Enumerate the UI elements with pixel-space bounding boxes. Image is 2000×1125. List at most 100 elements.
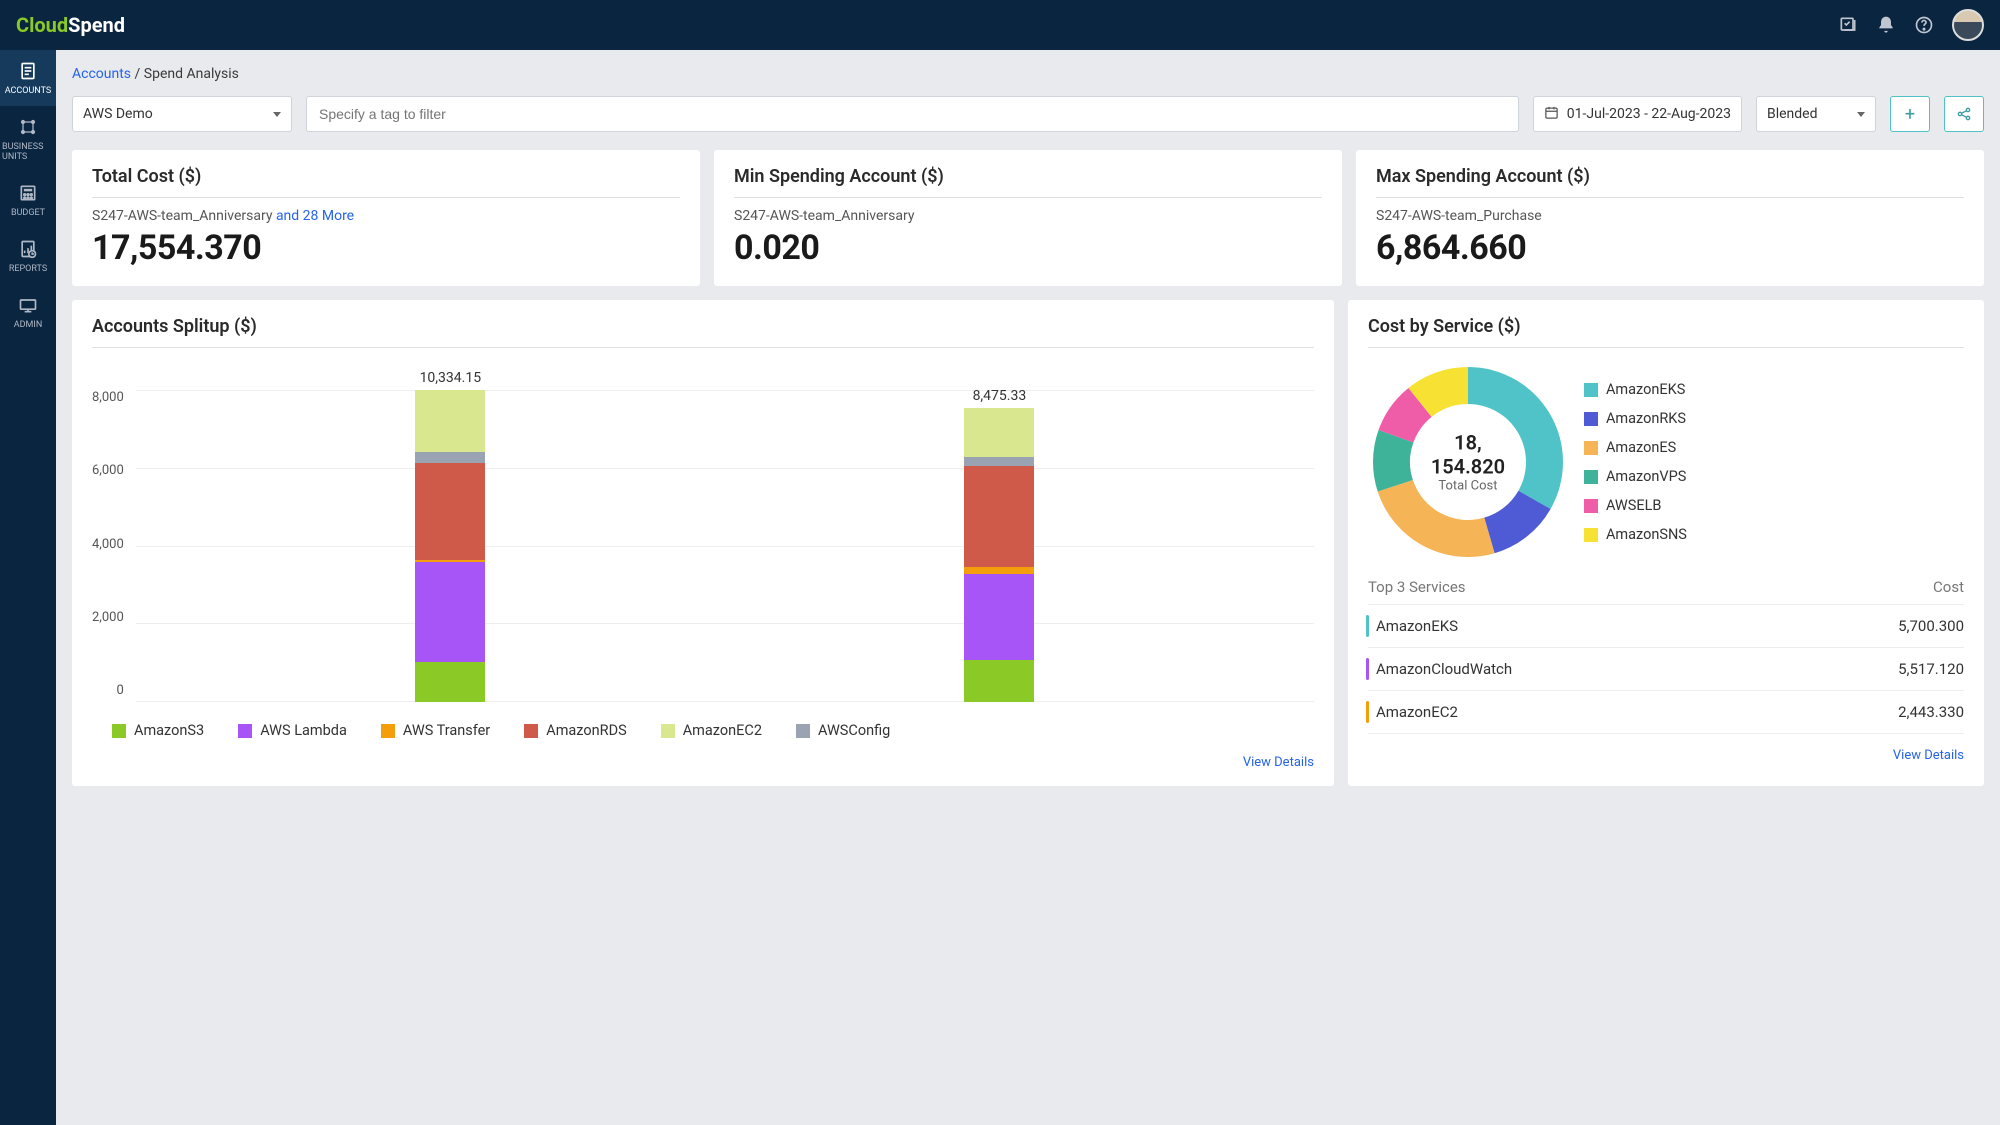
tasks-icon[interactable] — [1838, 15, 1858, 35]
legend-swatch — [661, 724, 675, 738]
legend-item[interactable]: AWSELB — [1584, 497, 1687, 514]
top3-label: Top 3 Services — [1368, 578, 1466, 596]
share-button[interactable] — [1944, 96, 1984, 132]
bar-segment[interactable] — [964, 567, 1034, 574]
legend-label: AmazonRKS — [1606, 410, 1686, 427]
sidebar-item-label: ADMIN — [14, 320, 43, 330]
legend-item[interactable]: AmazonS3 — [112, 722, 204, 739]
tag-filter-input[interactable] — [306, 96, 1519, 132]
bar-segment[interactable] — [415, 562, 485, 663]
bar-chart-legend: AmazonS3 AWS Lambda AWS Transfer AmazonRDS A… — [92, 722, 1314, 751]
top3-row: AmazonEKS 5,700.300 — [1368, 605, 1964, 648]
top3-cost: 5,517.120 — [1898, 660, 1964, 678]
user-avatar[interactable] — [1952, 9, 1984, 41]
budget-icon — [17, 182, 39, 204]
top3-list: AmazonEKS 5,700.300 AmazonCloudWatch 5,517.… — [1368, 605, 1964, 734]
legend-item[interactable]: AmazonRDS — [524, 722, 626, 739]
top3-cost: 5,700.300 — [1898, 617, 1964, 635]
caret-down-icon — [273, 112, 281, 117]
card-subtitle: S247-AWS-team_Purchase — [1376, 208, 1964, 224]
breadcrumb-root[interactable]: Accounts — [72, 66, 131, 82]
legend-item[interactable]: AmazonVPS — [1584, 468, 1687, 485]
add-button[interactable]: + — [1890, 96, 1930, 132]
legend-item[interactable]: AmazonRKS — [1584, 410, 1687, 427]
sidebar-item-label: ACCOUNTS — [5, 86, 52, 96]
cost-type-select[interactable]: Blended — [1756, 96, 1876, 132]
top3-name: AmazonEKS — [1376, 617, 1458, 635]
date-range-picker[interactable]: 01-Jul-2023 - 22-Aug-2023 — [1533, 96, 1742, 132]
bar-stack — [964, 408, 1034, 702]
legend-item[interactable]: AmazonSNS — [1584, 526, 1687, 543]
bar-total-label: 10,334.15 — [420, 370, 482, 386]
legend-label: AWSELB — [1606, 497, 1662, 514]
bar-segment[interactable] — [415, 452, 485, 462]
donut-center-value: 18, 154.820 — [1418, 431, 1518, 479]
bar-segment[interactable] — [964, 660, 1034, 702]
legend-label: AWS Lambda — [260, 722, 347, 739]
legend-item[interactable]: AWS Transfer — [381, 722, 490, 739]
topbar: CloudSpend — [0, 0, 2000, 50]
legend-label: AmazonVPS — [1606, 468, 1686, 485]
y-axis: 8,0006,0004,0002,0000 — [92, 362, 136, 702]
accounts-icon — [17, 60, 39, 82]
sidebar-item-business-units[interactable]: BUSINESS UNITS — [0, 106, 56, 172]
bar-column: 8,475.33 — [964, 388, 1034, 702]
accounts-splitup-panel: Accounts Splitup ($) 8,0006,0004,0002,00… — [72, 300, 1334, 786]
top3-header: Top 3 Services Cost — [1368, 572, 1964, 605]
breadcrumb-current: Spend Analysis — [144, 66, 239, 82]
date-range-value: 01-Jul-2023 - 22-Aug-2023 — [1567, 106, 1731, 122]
top3-row: AmazonEC2 2,443.330 — [1368, 691, 1964, 734]
panel-title: Cost by Service ($) — [1368, 316, 1964, 348]
cost-type-value: Blended — [1767, 106, 1818, 122]
sidebar-item-budget[interactable]: BUDGET — [0, 172, 56, 228]
sidebar-item-accounts[interactable]: ACCOUNTS — [0, 50, 56, 106]
card-title: Max Spending Account ($) — [1376, 166, 1964, 198]
more-accounts-link[interactable]: and 28 More — [276, 208, 354, 224]
summary-cards: Total Cost ($) S247-AWS-team_Anniversary… — [72, 150, 1984, 286]
legend-swatch — [1584, 528, 1598, 542]
bars-area: 10,334.15 8,475.33 — [136, 362, 1314, 702]
legend-item[interactable]: AmazonEC2 — [661, 722, 762, 739]
legend-item[interactable]: AmazonES — [1584, 439, 1687, 456]
card-value: 0.020 — [734, 228, 1322, 268]
top3-cost: 2,443.330 — [1898, 703, 1964, 721]
top3-name: AmazonEC2 — [1376, 703, 1458, 721]
legend-item[interactable]: AmazonEKS — [1584, 381, 1687, 398]
donut-center-label: Total Cost — [1418, 479, 1518, 494]
sidebar-item-reports[interactable]: REPORTS — [0, 228, 56, 284]
legend-label: AmazonSNS — [1606, 526, 1687, 543]
sidebar-item-admin[interactable]: ADMIN — [0, 284, 56, 340]
card-value: 17,554.370 — [92, 228, 680, 268]
bell-icon[interactable] — [1876, 15, 1896, 35]
view-details-link[interactable]: View Details — [1893, 748, 1964, 763]
account-select[interactable]: AWS Demo — [72, 96, 292, 132]
view-details-link[interactable]: View Details — [1243, 755, 1314, 770]
bar-segment[interactable] — [415, 463, 485, 560]
legend-label: AWSConfig — [818, 722, 890, 739]
breadcrumb: Accounts / Spend Analysis — [72, 66, 1984, 82]
bar-stack — [415, 390, 485, 702]
bar-total-label: 8,475.33 — [973, 388, 1027, 404]
bar-segment[interactable] — [964, 457, 1034, 467]
topbar-actions — [1838, 9, 1984, 41]
bar-segment[interactable] — [415, 662, 485, 702]
sidebar-item-label: BUSINESS UNITS — [2, 142, 54, 162]
card-title: Total Cost ($) — [92, 166, 680, 198]
bar-segment[interactable] — [964, 408, 1034, 457]
legend-swatch — [1584, 499, 1598, 513]
card-max-spending: Max Spending Account ($) S247-AWS-team_P… — [1356, 150, 1984, 286]
card-total-cost: Total Cost ($) S247-AWS-team_Anniversary… — [72, 150, 700, 286]
bar-segment[interactable] — [964, 574, 1034, 661]
sidebar-item-label: REPORTS — [9, 264, 47, 274]
legend-item[interactable]: AWSConfig — [796, 722, 890, 739]
legend-item[interactable]: AWS Lambda — [238, 722, 347, 739]
legend-label: AmazonES — [1606, 439, 1676, 456]
bar-segment[interactable] — [415, 390, 485, 452]
top3-name: AmazonCloudWatch — [1376, 660, 1512, 678]
bar-segment[interactable] — [964, 466, 1034, 567]
legend-swatch — [1584, 470, 1598, 484]
legend-swatch — [381, 724, 395, 738]
donut-legend: AmazonEKS AmazonRKS AmazonES AmazonVPS AWSEL… — [1584, 381, 1687, 543]
help-icon[interactable] — [1914, 15, 1934, 35]
card-subtitle: S247-AWS-team_Anniversary — [734, 208, 1322, 224]
